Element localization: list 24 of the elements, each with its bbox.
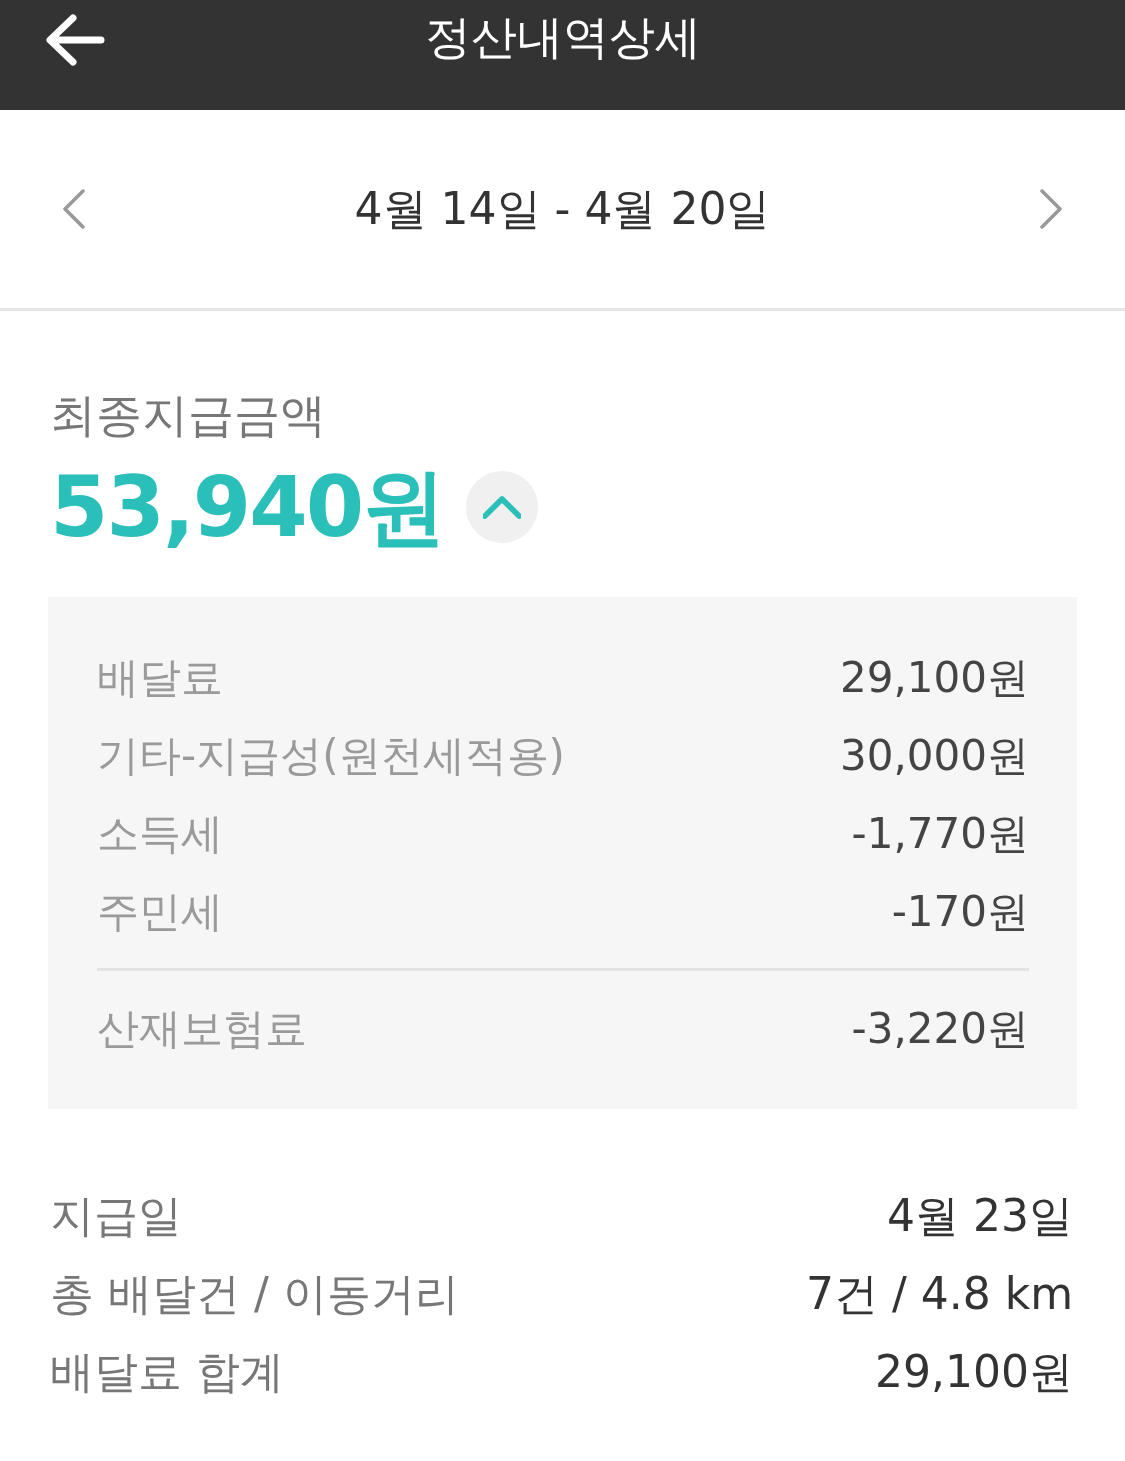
breakdown-label: 소득세 bbox=[97, 808, 223, 860]
detail-label: 배달료 합계 bbox=[50, 1345, 284, 1399]
detail-value: 7건 / 4.8 km bbox=[805, 1267, 1073, 1321]
period-label: 4월 14일 - 4월 20일 bbox=[354, 182, 771, 236]
breakdown-label: 기타-지급성(원천세적용) bbox=[97, 730, 565, 782]
back-arrow-icon bbox=[45, 14, 105, 66]
breakdown-value: -3,220원 bbox=[851, 1003, 1029, 1055]
breakdown-value: 30,000원 bbox=[840, 730, 1029, 782]
breakdown-label: 산재보험료 bbox=[97, 1003, 307, 1055]
breakdown-value: -170원 bbox=[891, 886, 1029, 938]
detail-label: 지급일 bbox=[50, 1189, 182, 1243]
screen-title: 정산내역상세 bbox=[424, 9, 701, 66]
total-payment-amount: 53,940원 bbox=[50, 457, 445, 557]
detail-label: 총 배달건 / 이동거리 bbox=[50, 1267, 459, 1321]
detail-value: 4월 23일 bbox=[887, 1189, 1073, 1243]
breakdown-value: -1,770원 bbox=[851, 808, 1029, 860]
breakdown-value: 29,100원 bbox=[840, 652, 1029, 704]
detail-value: 29,100원 bbox=[875, 1345, 1073, 1399]
breakdown-label: 주민세 bbox=[97, 886, 223, 938]
breakdown-label: 배달료 bbox=[97, 652, 223, 704]
chevron-left-icon bbox=[60, 189, 86, 229]
total-payment-label: 최종지급금액 bbox=[50, 387, 326, 444]
chevron-right-icon bbox=[1039, 189, 1065, 229]
chevron-up-icon bbox=[483, 494, 522, 520]
